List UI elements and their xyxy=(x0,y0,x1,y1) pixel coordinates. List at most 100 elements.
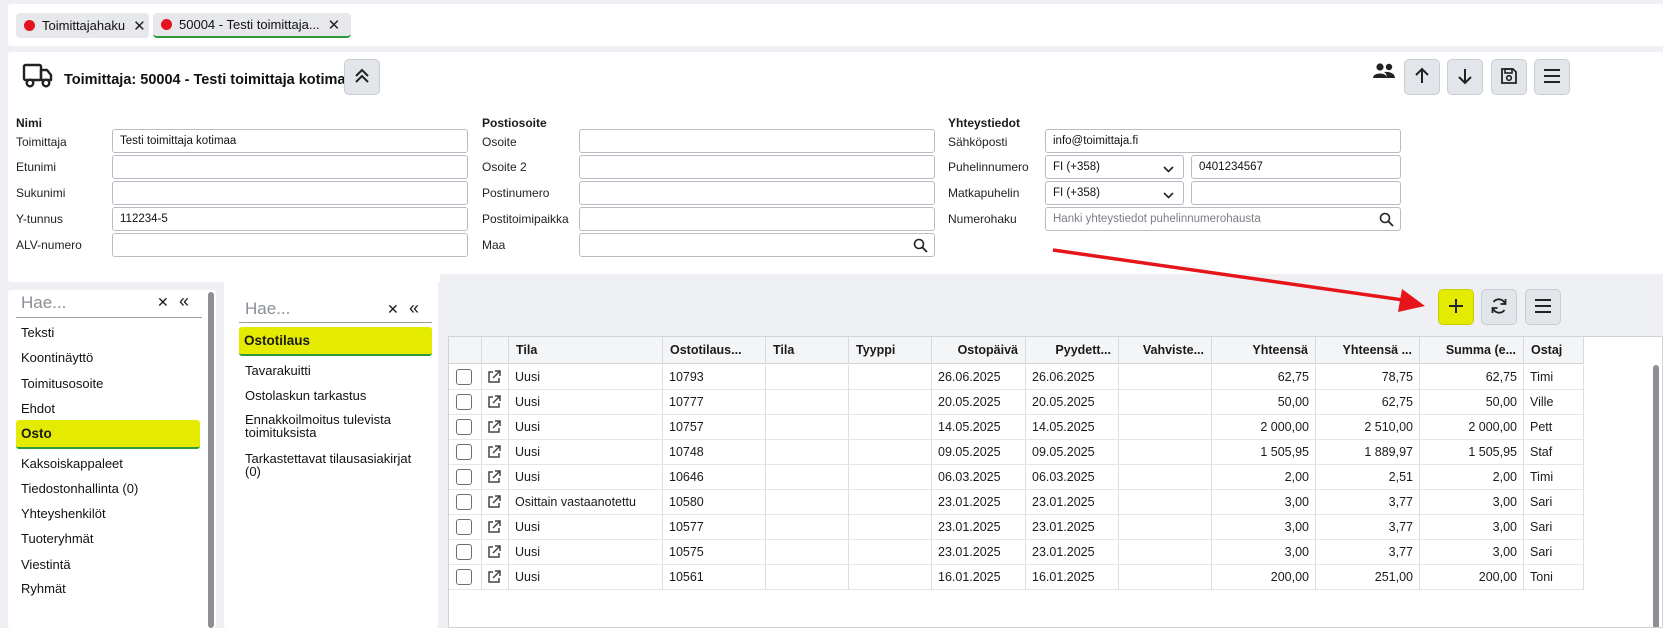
tab-supplier-50004[interactable]: 50004 - Testi toimittaja... ✕ xyxy=(153,13,351,38)
maa-field[interactable] xyxy=(579,233,935,257)
label-toimittaja: Toimittaja xyxy=(16,135,67,149)
cell-tila-2 xyxy=(766,565,849,590)
left-nav-search[interactable]: Hae... xyxy=(21,293,66,313)
nav-item-tavarakuitti[interactable]: Tavarakuitti xyxy=(245,363,311,378)
nav-item-ennakkoilmoitus[interactable]: Ennakkoilmoitus tulevista toimituksista xyxy=(245,413,415,439)
double-chevron-left-icon[interactable]: « xyxy=(409,298,419,319)
open-external-icon[interactable] xyxy=(482,565,509,590)
tab-toimittajahaku[interactable]: Toimittajahaku ✕ xyxy=(16,13,149,38)
collapse-header-button[interactable] xyxy=(344,59,380,95)
postitoimipaikka-field[interactable] xyxy=(579,207,935,231)
row-checkbox[interactable] xyxy=(456,519,472,535)
label-osoite2: Osoite 2 xyxy=(482,160,527,174)
phone-number-field[interactable]: 0401234567 xyxy=(1191,155,1401,179)
nav-item-koontinaytto[interactable]: Koontinäyttö xyxy=(21,350,93,365)
nav-item-ehdot[interactable]: Ehdot xyxy=(21,401,55,416)
header-menu-button[interactable] xyxy=(1534,59,1570,95)
header-tila[interactable]: Tila xyxy=(509,337,663,364)
row-checkbox[interactable] xyxy=(456,469,472,485)
open-external-icon[interactable] xyxy=(482,465,509,490)
nav-item-teksti[interactable]: Teksti xyxy=(21,325,54,340)
search-icon[interactable] xyxy=(913,238,928,256)
save-button[interactable] xyxy=(1491,59,1527,95)
nav-item-tiedostonhallinta[interactable]: Tiedostonhallinta (0) xyxy=(21,481,138,496)
row-checkbox[interactable] xyxy=(456,444,472,460)
header-ostaja[interactable]: Ostaj xyxy=(1524,337,1584,364)
nav-item-ostotilaus[interactable]: Ostotilaus xyxy=(239,327,432,356)
double-chevron-left-icon[interactable]: « xyxy=(179,291,189,312)
phone-country-select[interactable]: FI (+358) xyxy=(1045,155,1184,179)
search-icon[interactable] xyxy=(1379,212,1394,230)
table-scrollbar[interactable] xyxy=(1653,365,1659,627)
header-vahvistettu[interactable]: Vahviste... xyxy=(1119,337,1212,364)
nav-item-tarkastettavat[interactable]: Tarkastettavat tilausasiakirjat (0) xyxy=(245,452,425,478)
cell-ostotilaus: 10580 xyxy=(663,490,766,515)
alv-field[interactable] xyxy=(112,233,468,257)
open-external-icon[interactable] xyxy=(482,440,509,465)
close-icon[interactable]: ✕ xyxy=(328,16,341,34)
toimittaja-field[interactable]: Testi toimittaja kotimaa xyxy=(112,129,468,153)
open-external-icon[interactable] xyxy=(482,365,509,390)
ytunnus-field[interactable]: 112234-5 xyxy=(112,207,468,231)
mobile-number-field[interactable] xyxy=(1191,181,1401,205)
nav-item-ryhmat[interactable]: Ryhmät xyxy=(21,581,66,596)
osoite-field[interactable] xyxy=(579,129,935,153)
cell-tila-2 xyxy=(766,515,849,540)
etunimi-field[interactable] xyxy=(112,155,468,179)
header-summa[interactable]: Summa (e... xyxy=(1420,337,1524,364)
row-checkbox[interactable] xyxy=(456,369,472,385)
refresh-button[interactable] xyxy=(1481,289,1517,325)
osoite2-field[interactable] xyxy=(579,155,935,179)
row-checkbox[interactable] xyxy=(456,419,472,435)
close-icon[interactable]: ✕ xyxy=(387,301,399,318)
nav-item-osto[interactable]: Osto xyxy=(16,420,200,449)
nav-item-ostolaskun-tarkastus[interactable]: Ostolaskun tarkastus xyxy=(245,388,366,403)
mid-nav-search[interactable]: Hae... xyxy=(245,299,290,319)
mobile-country-select[interactable]: FI (+358) xyxy=(1045,181,1184,205)
open-external-icon[interactable] xyxy=(482,390,509,415)
section-heading-postiosoite: Postiosoite xyxy=(482,116,547,130)
open-external-icon[interactable] xyxy=(482,515,509,540)
header-tila-2[interactable]: Tila xyxy=(766,337,849,364)
open-external-icon[interactable] xyxy=(482,415,509,440)
cell-summa: 200,00 xyxy=(1420,565,1524,590)
cell-tyyppi xyxy=(849,440,932,465)
nav-item-kaksoiskappaleet[interactable]: Kaksoiskappaleet xyxy=(21,456,123,471)
header-yhteensa[interactable]: Yhteensä xyxy=(1212,337,1316,364)
row-checkbox[interactable] xyxy=(456,394,472,410)
row-checkbox[interactable] xyxy=(456,494,472,510)
email-field[interactable]: info@toimittaja.fi xyxy=(1045,129,1401,153)
label-numerohaku: Numerohaku xyxy=(948,212,1017,226)
cell-yhteensa-2: 3,77 xyxy=(1316,490,1420,515)
header-pyydetty[interactable]: Pyydett... xyxy=(1026,337,1119,364)
cell-summa: 2 000,00 xyxy=(1420,415,1524,440)
header-select[interactable] xyxy=(449,337,482,364)
sukunimi-field[interactable] xyxy=(112,181,468,205)
table-menu-button[interactable] xyxy=(1525,289,1561,325)
left-nav-scrollbar[interactable] xyxy=(208,292,214,628)
next-record-button[interactable] xyxy=(1447,59,1483,95)
numerohaku-field[interactable]: Hanki yhteystiedot puhelinnumerohausta xyxy=(1045,207,1401,231)
nav-item-tuoteryhmat[interactable]: Tuoteryhmät xyxy=(21,531,94,546)
open-external-icon[interactable] xyxy=(482,540,509,565)
label-sahkoposti: Sähköposti xyxy=(948,135,1008,149)
close-icon[interactable]: ✕ xyxy=(133,17,146,35)
row-checkbox[interactable] xyxy=(456,544,472,560)
nav-item-toimitusosoite[interactable]: Toimitusosoite xyxy=(21,376,103,391)
row-checkbox[interactable] xyxy=(456,569,472,585)
people-icon[interactable] xyxy=(1372,62,1396,83)
header-yhteensa-2[interactable]: Yhteensä ... xyxy=(1316,337,1420,364)
label-osoite: Osoite xyxy=(482,135,517,149)
add-order-button[interactable] xyxy=(1438,289,1474,325)
close-icon[interactable]: ✕ xyxy=(157,294,169,311)
open-external-icon[interactable] xyxy=(482,490,509,515)
header-ostotilaus[interactable]: Ostotilaus... xyxy=(663,337,766,364)
postinumero-field[interactable] xyxy=(579,181,935,205)
nav-item-viestinta[interactable]: Viestintä xyxy=(21,557,71,572)
header-ostopaiva[interactable]: Ostopäivä xyxy=(932,337,1026,364)
nav-item-yhteyshenkilot[interactable]: Yhteyshenkilöt xyxy=(21,506,106,521)
cell-yhteensa-2: 1 889,97 xyxy=(1316,440,1420,465)
header-tyyppi[interactable]: Tyyppi xyxy=(849,337,932,364)
cell-yhteensa-2: 251,00 xyxy=(1316,565,1420,590)
previous-record-button[interactable] xyxy=(1404,59,1440,95)
